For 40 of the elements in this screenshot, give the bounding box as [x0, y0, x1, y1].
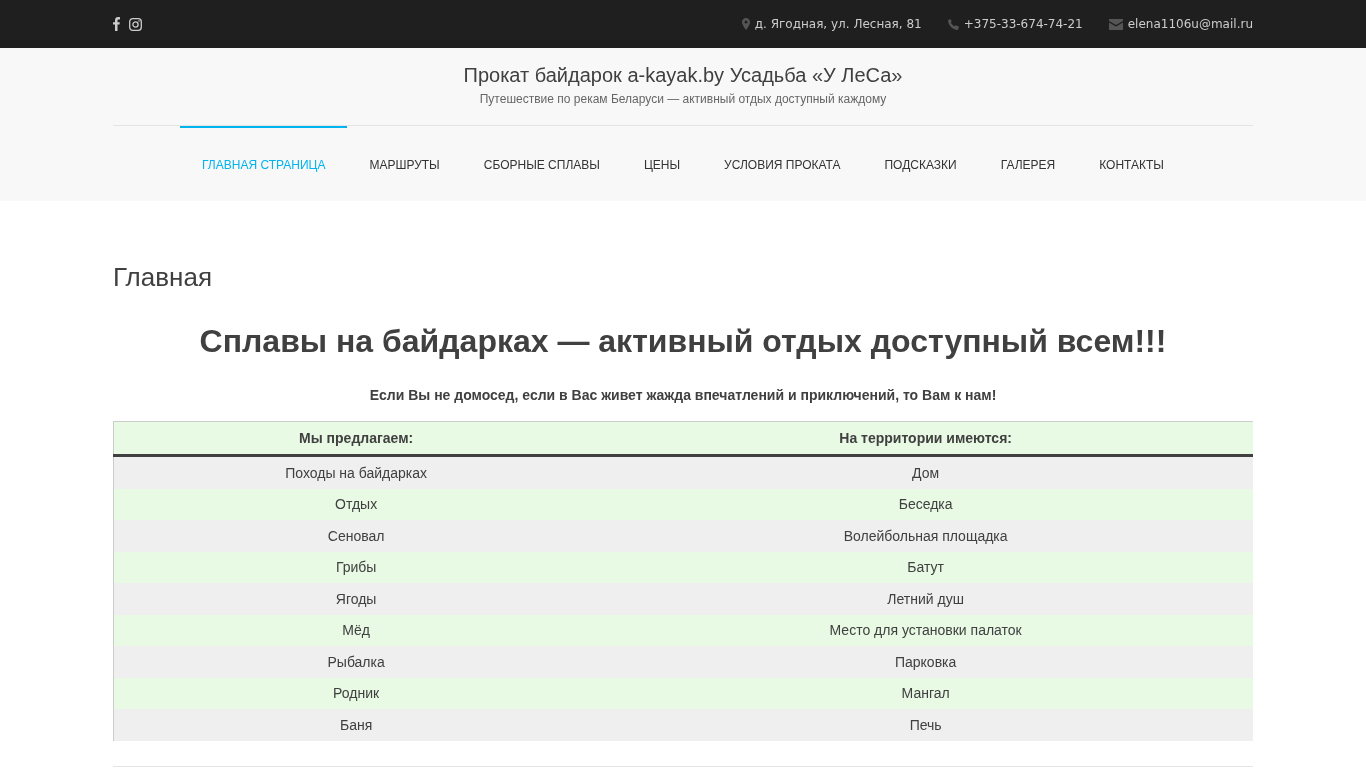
site-tagline: Путешествие по рекам Беларуси — активный отдых доступный каждому — [478, 92, 888, 106]
table-cell: Парковка — [598, 646, 1253, 678]
table-cell: Волейбольная площадка — [598, 520, 1253, 552]
address-text: д. Ягодная, ул. Лесная, 81 — [754, 17, 922, 31]
table-cell: Походы на байдарках — [113, 455, 599, 489]
table-cell: Батут — [598, 551, 1253, 583]
nav-link[interactable]: ЦЕНЫ — [621, 126, 703, 201]
table-cell: Родник — [113, 677, 599, 709]
table-cell: Грибы — [113, 551, 599, 583]
column-header: Мы предлагаем: — [113, 421, 599, 456]
nav-link[interactable]: СБОРНЫЕ СПЛАВЫ — [461, 126, 622, 201]
table-cell: Беседка — [598, 488, 1253, 520]
page-title: Главная — [113, 261, 213, 293]
table-cell: Мангал — [598, 677, 1253, 709]
instagram-icon[interactable] — [129, 17, 142, 31]
facebook-icon[interactable] — [113, 17, 120, 31]
phone-text[interactable]: +375-33-674-74-21 — [963, 17, 1083, 31]
table-cell: Отдых — [113, 488, 599, 520]
nav-link[interactable]: ПОДСКАЗКИ — [862, 126, 979, 201]
table-cell: Сеновал — [113, 520, 599, 552]
table-cell: Место для установки палаток — [598, 614, 1253, 646]
table-cell: Мёд — [113, 614, 599, 646]
table-cell: Ягоды — [113, 583, 599, 615]
nav-link[interactable]: МАРШРУТЫ — [347, 126, 462, 201]
column-header: На территории имеются: — [598, 421, 1253, 456]
envelope-icon — [1108, 18, 1123, 30]
intro-text: Если Вы не домосед, если в Вас живет жажда впечатлений и приключений, то Вам к нам! — [368, 387, 998, 403]
nav-link[interactable]: КОНТАКТЫ — [1077, 126, 1186, 201]
nav-link[interactable]: ГАЛЕРЕЯ — [978, 126, 1078, 201]
table-cell: Дом — [598, 455, 1253, 489]
site-title[interactable]: Прокат байдарок a-kayak.by Усадьба «У ЛеСа» — [113, 64, 1253, 87]
phone-icon — [947, 18, 959, 30]
email-link[interactable]: elena1106u@mail.ru — [1127, 17, 1253, 31]
table-cell: Баня — [113, 709, 599, 741]
table-cell: Рыбалка — [113, 646, 599, 678]
headline: Сплавы на байдарках — активный отдых доступный всем!!! — [198, 322, 1168, 361]
table-cell: Летний душ — [598, 583, 1253, 615]
nav-link[interactable]: УСЛОВИЯ ПРОКАТА — [702, 126, 863, 201]
table-cell: Печь — [598, 709, 1253, 741]
map-pin-icon — [741, 18, 750, 30]
